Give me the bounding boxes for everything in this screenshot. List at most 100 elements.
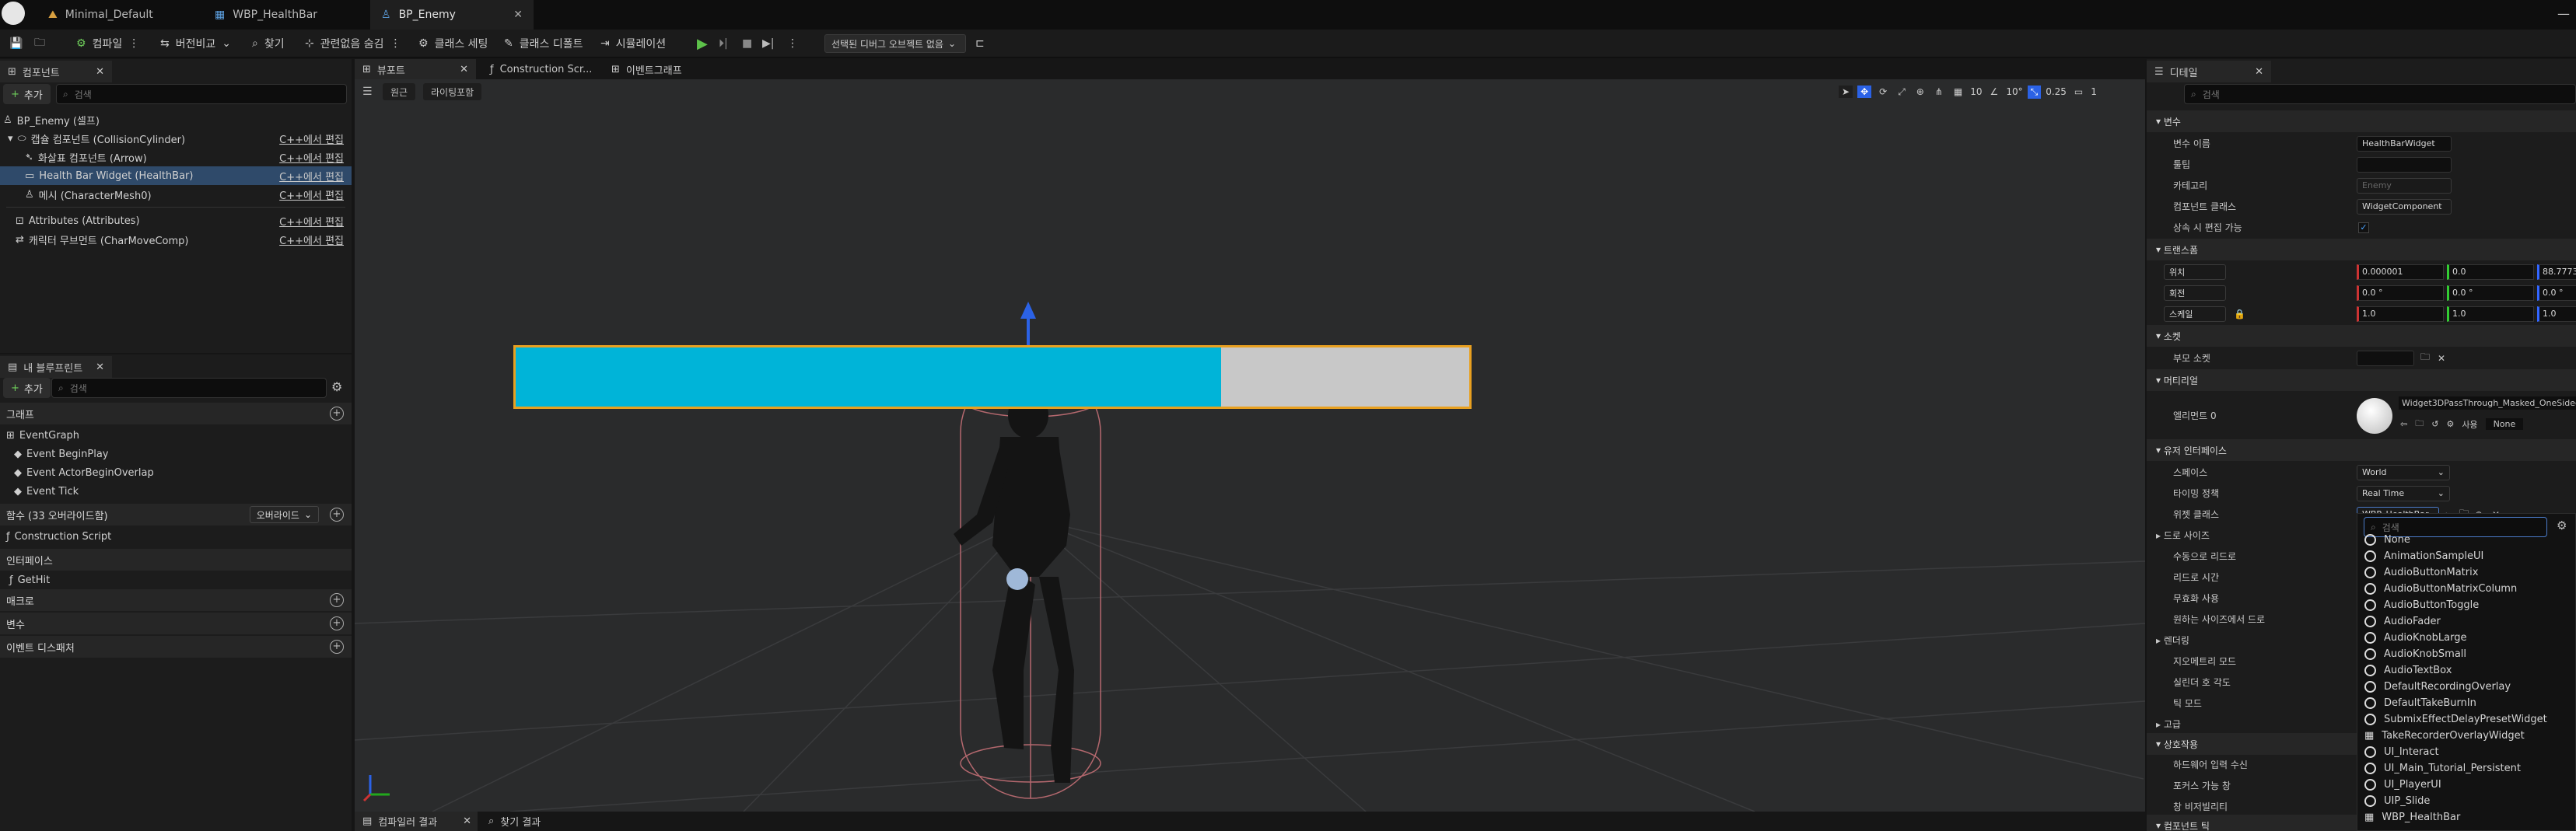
expand-arrow-icon[interactable]: ▾ xyxy=(8,133,13,145)
simulation-button[interactable]: ⇥ 시뮬레이션 xyxy=(600,30,666,58)
timing-policy-select[interactable]: Real Time ⌄ xyxy=(2357,485,2450,501)
settings-gear-icon[interactable]: ⚙ xyxy=(331,379,342,394)
minimize-button[interactable]: — xyxy=(2557,6,2570,21)
tab-viewport[interactable]: ⊞ 뷰포트 ✕ xyxy=(355,59,476,79)
override-dropdown[interactable]: 오버라이드 ⌄ xyxy=(249,506,319,523)
dropdown-option[interactable]: AudioButtonToggle xyxy=(2364,597,2479,613)
select-icon[interactable]: ➤ xyxy=(1839,86,1853,98)
edit-in-cpp-link[interactable]: C++에서 편집 xyxy=(279,187,344,202)
blueprint-search-input[interactable]: ⌕ 검색 xyxy=(51,378,327,398)
move-icon[interactable]: ✥ xyxy=(1857,86,1872,98)
dropdown-option[interactable]: DefaultTakeBurnIn xyxy=(2364,695,2476,711)
dropdown-option[interactable]: AudioTextBox xyxy=(2364,662,2452,679)
scale-icon[interactable]: ⤢ xyxy=(1895,86,1909,99)
dropdown-option[interactable]: ▦ TakeRecorderOverlayWidget xyxy=(2364,728,2525,744)
dropdown-option[interactable]: UI_Interact xyxy=(2364,744,2439,760)
more-options-icon[interactable]: ⋮ xyxy=(390,37,401,50)
add-dispatcher-icon[interactable]: + xyxy=(330,640,344,654)
unreal-logo-icon[interactable] xyxy=(2,2,25,25)
component-root[interactable]: ♙ BP_Enemy (셀프) xyxy=(0,110,352,129)
dropdown-option[interactable]: AudioKnobLarge xyxy=(2364,630,2467,646)
event-item[interactable]: ◆ Event Tick xyxy=(14,482,79,501)
compile-button[interactable]: ⚙ 컴파일 ⋮ xyxy=(76,30,139,58)
space-select[interactable]: World ⌄ xyxy=(2357,464,2450,480)
tab-find-results[interactable]: ⌕ 찾기 결과 xyxy=(481,812,541,831)
tab-event-graph[interactable]: ⊞ 이벤트그래프 xyxy=(604,59,682,79)
perspective-button[interactable]: 원근 xyxy=(383,83,416,100)
add-component-button[interactable]: + 추가 xyxy=(3,84,51,104)
component-row[interactable]: ▾ ⬭ 캡슐 컴포넌트 (CollisionCylinder) C++에서 편집 xyxy=(0,129,352,148)
component-row[interactable]: ➴ 화살표 컴포넌트 (Arrow) C++에서 편집 xyxy=(0,148,352,166)
find-button[interactable]: ⌕ 찾기 xyxy=(252,30,285,58)
section-socket[interactable]: ▾ 소켓 xyxy=(2147,325,2576,347)
viewport-options-button[interactable]: ☰ xyxy=(362,86,373,98)
hide-unrelated-button[interactable]: ⊹ 관련없음 숨김 ⋮ xyxy=(305,30,401,58)
event-item[interactable]: ◆ Event BeginPlay xyxy=(14,445,109,463)
grid-snap-icon[interactable]: ▦ xyxy=(1951,86,1965,98)
parent-socket-input[interactable] xyxy=(2357,350,2414,366)
dropdown-option[interactable]: None xyxy=(2364,532,2410,548)
lit-button[interactable]: 라이팅포함 xyxy=(423,83,482,100)
tab-compile-results[interactable]: ▤ 컴파일러 결과 ✕ xyxy=(355,812,478,831)
material-name[interactable]: Widget3DPassThrough_Masked_OneSided xyxy=(2399,396,2576,410)
component-row-selected[interactable]: ▭ Health Bar Widget (HealthBar) C++에서 편집 xyxy=(0,166,352,185)
dropdown-option[interactable]: SubmixEffectDelayPresetWidget xyxy=(2364,711,2547,728)
scale-y-input[interactable]: 1.0 xyxy=(2447,306,2534,322)
edit-in-cpp-link[interactable]: C++에서 편집 xyxy=(279,150,344,165)
camera-speed-value[interactable]: 1 xyxy=(2091,86,2097,97)
edit-in-cpp-link[interactable]: C++에서 편집 xyxy=(279,214,344,229)
section-materials[interactable]: ▾ 머티리얼 xyxy=(2147,369,2576,391)
dropdown-option[interactable]: UI_Main_Tutorial_Persistent xyxy=(2364,760,2521,777)
details-search-input[interactable]: ⌕ 검색 xyxy=(2184,84,2576,104)
camera-speed-icon[interactable]: ▭ xyxy=(2071,86,2086,98)
viewport[interactable]: ☰ 원근 라이팅포함 ➤ ✥ ⟳ ⤢ ⊕ ⋔ ▦ 10 ∠ 10° ⤡ 0.25… xyxy=(355,79,2145,812)
settings-gear-icon[interactable]: ⚙ xyxy=(2557,519,2567,532)
scale-snap-value[interactable]: 0.25 xyxy=(2046,86,2067,97)
edit-in-cpp-link[interactable]: C++에서 편집 xyxy=(279,232,344,247)
section-user-interface[interactable]: ▾ 유저 인터페이스 xyxy=(2147,439,2576,461)
section-transform[interactable]: ▾ 트랜스폼 xyxy=(2147,239,2576,260)
section-variable[interactable]: ▾ 변수 xyxy=(2147,110,2576,132)
tab-wbp-healthbar[interactable]: ▦ WBP_HealthBar xyxy=(204,0,367,30)
dropdown-option[interactable]: AudioKnobSmall xyxy=(2364,646,2466,662)
eject-button[interactable]: ▶| xyxy=(762,30,774,58)
dispatchers-section-header[interactable]: 이벤트 디스패처 + xyxy=(0,636,352,658)
add-member-button[interactable]: + 추가 xyxy=(3,378,51,398)
browse-socket-icon[interactable]: 🗀 xyxy=(2420,350,2430,366)
dropdown-option[interactable]: ▦ WBP_HealthBar xyxy=(2364,809,2460,826)
add-variable-icon[interactable]: + xyxy=(330,616,344,630)
debug-object-select[interactable]: 선택된 디버그 오브젝트 없음 ⌄ xyxy=(824,34,966,53)
lock-icon[interactable]: 🔒 xyxy=(2234,309,2245,319)
graph-item-eventgraph[interactable]: ⊞ EventGraph xyxy=(6,426,79,445)
components-search-input[interactable]: ⌕ 검색 xyxy=(56,84,347,104)
close-icon[interactable]: ✕ xyxy=(96,361,104,373)
material-use-value[interactable]: None xyxy=(2485,418,2524,430)
rotate-icon[interactable]: ⟳ xyxy=(1876,86,1890,98)
edit-in-cpp-link[interactable]: C++에서 편집 xyxy=(279,169,344,183)
component-row[interactable]: ⊡ Attributes (Attributes) C++에서 편집 xyxy=(0,211,352,230)
save-button[interactable]: 💾 xyxy=(9,30,23,58)
close-icon[interactable]: ✕ xyxy=(2255,66,2263,78)
variable-name-input[interactable]: HealthBarWidget xyxy=(2357,135,2452,152)
dropdown-option[interactable]: AudioButtonMatrix xyxy=(2364,564,2478,581)
scale-x-input[interactable]: 1.0 xyxy=(2357,306,2444,322)
close-icon[interactable]: ✕ xyxy=(513,9,523,21)
functions-section-header[interactable]: 함수 (33 오버라이드함) 오버라이드 ⌄ + xyxy=(0,504,352,525)
material-thumbnail[interactable] xyxy=(2357,398,2392,434)
rotation-x-input[interactable]: 0.0 ° xyxy=(2357,285,2444,301)
interfaces-section-header[interactable]: 인터페이스 xyxy=(0,549,352,571)
location-x-input[interactable]: 0.000001 xyxy=(2357,264,2444,280)
dropdown-option[interactable]: UI_PlayerUI xyxy=(2364,777,2441,793)
add-graph-icon[interactable]: + xyxy=(330,407,344,421)
location-mode-select[interactable]: 위치 xyxy=(2164,264,2226,280)
browse-icon[interactable]: 🗀 xyxy=(2415,417,2424,431)
location-y-input[interactable]: 0.0 xyxy=(2447,264,2534,280)
dropdown-option[interactable]: AnimationSampleUI xyxy=(2364,548,2483,564)
dropdown-option[interactable]: DefaultRecordingOverlay xyxy=(2364,679,2511,695)
component-row[interactable]: ♙ 메시 (CharacterMesh0) C++에서 편집 xyxy=(0,185,352,204)
scale-z-input[interactable]: 1.0 xyxy=(2537,306,2576,322)
dropdown-option[interactable]: UIP_Slide xyxy=(2364,793,2430,809)
rotation-y-input[interactable]: 0.0 ° xyxy=(2447,285,2534,301)
rotation-snap-icon[interactable]: ∠ xyxy=(1987,86,2002,98)
world-local-icon[interactable]: ⊕ xyxy=(1913,86,1927,98)
